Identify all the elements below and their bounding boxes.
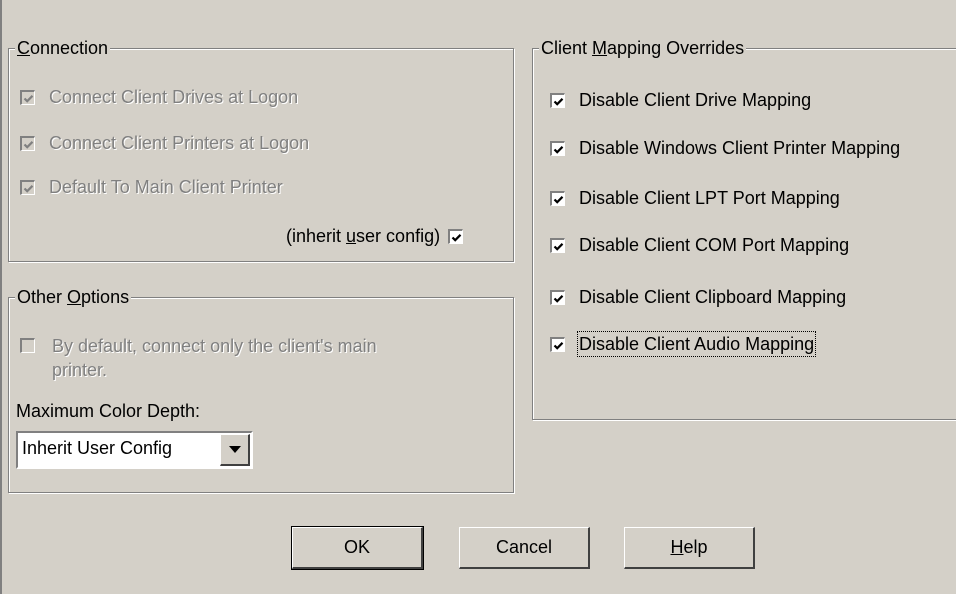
check-icon <box>553 294 564 303</box>
color-depth-dropdown-button[interactable] <box>220 434 250 466</box>
check-icon <box>553 242 564 251</box>
check-icon <box>23 184 34 193</box>
disable-com-mapping-label: Disable Client COM Port Mapping <box>579 235 850 255</box>
client-mapping-overrides-legend: Client Mapping Overrides <box>539 36 747 60</box>
check-icon <box>23 140 34 149</box>
cancel-button[interactable]: Cancel <box>459 527 590 569</box>
color-depth-label: Maximum Color Depth: <box>16 401 201 421</box>
cancel-button-label: Cancel <box>495 537 553 557</box>
disable-clipboard-mapping-label: Disable Client Clipboard Mapping <box>579 287 847 307</box>
chevron-down-icon <box>228 445 241 453</box>
window-left-edge <box>0 0 2 594</box>
connection-legend: Connection <box>15 36 111 60</box>
check-icon <box>451 233 462 242</box>
disable-audio-mapping-option[interactable]: Disable Client Audio Mapping <box>550 331 817 357</box>
color-depth-value: Inherit User Config <box>22 438 173 458</box>
disable-printer-mapping-label: Disable Windows Client Printer Mapping <box>579 138 901 158</box>
connect-drives-label: Connect Client Drives at Logon <box>49 87 299 107</box>
disable-drive-mapping-checkbox[interactable] <box>550 92 565 108</box>
disable-audio-mapping-label: Disable Client Audio Mapping <box>576 331 817 357</box>
default-printer-checkbox[interactable] <box>20 338 35 353</box>
connect-drives-option[interactable]: Connect Client Drives at Logon <box>20 86 298 108</box>
inherit-user-config-label: (inherit user config) <box>286 226 441 246</box>
default-main-printer-label: Default To Main Client Printer <box>49 177 283 197</box>
connect-printers-option[interactable]: Connect Client Printers at Logon <box>20 132 309 154</box>
disable-drive-mapping-label: Disable Client Drive Mapping <box>579 90 812 110</box>
check-icon <box>553 97 564 106</box>
disable-clipboard-mapping-checkbox[interactable] <box>550 289 565 305</box>
disable-printer-mapping-checkbox[interactable] <box>550 140 565 156</box>
disable-lpt-mapping-label: Disable Client LPT Port Mapping <box>579 188 840 208</box>
disable-lpt-mapping-checkbox[interactable] <box>550 190 565 206</box>
check-icon <box>553 341 564 350</box>
disable-printer-mapping-option[interactable]: Disable Windows Client Printer Mapping <box>550 137 900 159</box>
color-depth-dropdown[interactable]: Inherit User Config <box>16 431 253 469</box>
disable-audio-mapping-checkbox[interactable] <box>550 336 565 352</box>
check-icon <box>553 195 564 204</box>
default-main-printer-option[interactable]: Default To Main Client Printer <box>20 176 283 198</box>
help-button[interactable]: Help <box>624 527 755 569</box>
disable-com-mapping-checkbox[interactable] <box>550 237 565 253</box>
disable-clipboard-mapping-option[interactable]: Disable Client Clipboard Mapping <box>550 286 846 308</box>
other-options-legend: Other Options <box>15 285 132 309</box>
inherit-user-config-checkbox[interactable] <box>448 228 464 244</box>
ok-button-label: OK <box>343 537 370 557</box>
disable-drive-mapping-option[interactable]: Disable Client Drive Mapping <box>550 89 811 111</box>
disable-lpt-mapping-option[interactable]: Disable Client LPT Port Mapping <box>550 187 840 209</box>
connect-drives-checkbox[interactable] <box>20 89 35 105</box>
disable-com-mapping-option[interactable]: Disable Client COM Port Mapping <box>550 234 849 256</box>
check-icon <box>23 94 34 103</box>
inherit-user-config-option[interactable]: (inherit user config) <box>286 225 464 247</box>
default-printer-label-line2: printer. <box>52 360 108 380</box>
help-button-label: Help <box>670 537 708 557</box>
default-printer-option[interactable]: By default, connect only the client's ma… <box>20 334 377 382</box>
connect-printers-label: Connect Client Printers at Logon <box>49 133 310 153</box>
check-icon <box>553 145 564 154</box>
default-main-printer-checkbox[interactable] <box>20 179 35 195</box>
connect-printers-checkbox[interactable] <box>20 135 35 151</box>
ok-button[interactable]: OK <box>291 526 424 570</box>
default-printer-label-line1: By default, connect only the client's ma… <box>52 336 377 356</box>
